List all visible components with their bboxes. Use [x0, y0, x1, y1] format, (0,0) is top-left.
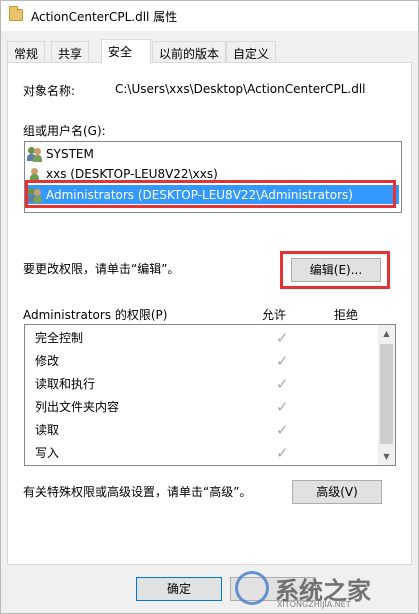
allow-check-icon: ✓ [276, 375, 289, 393]
properties-dialog: ActionCenterCPL.dll 属性 常规 共享 安全 以前的版本 自定… [0, 0, 419, 614]
scroll-down-arrow-icon[interactable]: ▼ [378, 448, 395, 465]
group-or-user-label: 组或用户名(G): [23, 124, 106, 138]
permissions-title: Administrators 的权限(P) [23, 308, 168, 322]
user-name: xxs (DESKTOP-LEU8V22\xxs) [46, 166, 218, 181]
permissions-scrollbar[interactable]: ▲ ▼ [378, 325, 395, 465]
group-users-icon [27, 146, 43, 162]
permissions-list: 完全控制 ✓ 修改 ✓ 读取和执行 ✓ 列出文件夹内容 ✓ 读取 ✓ 写入 ✓ … [24, 324, 396, 466]
allow-check-icon: ✓ [276, 444, 289, 462]
permission-name: 列出文件夹内容 [35, 400, 120, 414]
tab-security[interactable]: 安全 [101, 39, 151, 64]
permission-name: 完全控制 [35, 331, 84, 345]
deny-column-header: 拒绝 [334, 308, 359, 322]
permission-row: 列出文件夹内容 ✓ [35, 396, 375, 418]
object-name-label: 对象名称: [23, 84, 76, 98]
allow-check-icon: ✓ [276, 352, 289, 370]
scroll-up-arrow-icon[interactable]: ▲ [378, 325, 395, 342]
ok-button[interactable]: 确定 [136, 577, 222, 601]
tab-strip: 常规 共享 安全 以前的版本 自定义 [1, 39, 418, 64]
object-name-value: C:\Users\xxs\Desktop\ActionCenterCPL.dll [115, 82, 366, 96]
edit-hint-text: 要更改权限，请单击“编辑”。 [23, 262, 180, 276]
permission-name: 写入 [35, 446, 60, 460]
scroll-thumb[interactable] [380, 344, 393, 444]
title-bar[interactable]: ActionCenterCPL.dll 属性 [1, 1, 418, 31]
permission-row: 读取和执行 ✓ [35, 373, 375, 395]
tab-general[interactable]: 常规 [7, 41, 46, 63]
permission-row: 完全控制 ✓ [35, 327, 375, 349]
permission-row: 读取 ✓ [35, 419, 375, 441]
allow-column-header: 允许 [262, 308, 287, 322]
permission-name: 读取 [35, 423, 60, 437]
advanced-button[interactable]: 高级(V) [292, 480, 382, 504]
annotation-highlight-administrators [25, 180, 396, 208]
permission-name: 修改 [35, 354, 60, 368]
permission-name: 读取和执行 [35, 377, 96, 391]
window-title: ActionCenterCPL.dll 属性 [31, 10, 178, 24]
watermark-url: XITONGZHIJIA.NET [277, 600, 351, 609]
advanced-hint-text: 有关特殊权限或高级设置，请单击“高级”。 [23, 485, 252, 499]
edit-button[interactable]: 编辑(E)... [291, 258, 381, 282]
tab-sharing[interactable]: 共享 [51, 41, 90, 63]
list-item-system[interactable]: SYSTEM [27, 144, 399, 163]
tab-previous-versions[interactable]: 以前的版本 [152, 41, 227, 63]
allow-check-icon: ✓ [276, 398, 289, 416]
permission-row: 写入 ✓ [35, 442, 375, 464]
permission-row: 修改 ✓ [35, 350, 375, 372]
cancel-button[interactable] [230, 577, 316, 601]
folder-icon [9, 6, 23, 21]
allow-check-icon: ✓ [276, 421, 289, 439]
user-name: SYSTEM [46, 146, 94, 161]
tab-customize[interactable]: 自定义 [226, 41, 277, 63]
allow-check-icon: ✓ [276, 329, 289, 347]
